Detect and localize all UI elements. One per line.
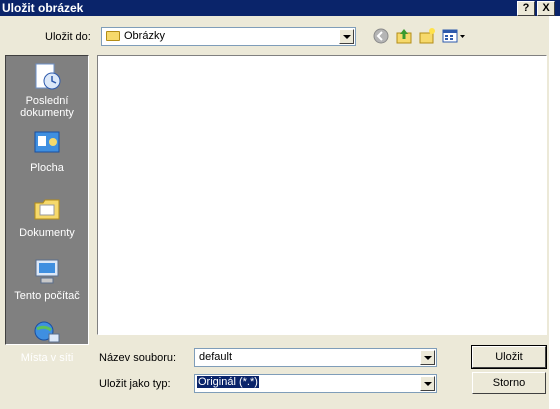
network-places-icon bbox=[31, 318, 63, 350]
place-desktop[interactable]: Plocha bbox=[6, 128, 88, 174]
filetype-label: Uložit jako typ: bbox=[99, 378, 171, 390]
filename-value: default bbox=[199, 351, 233, 363]
place-label: Tento počítač bbox=[14, 290, 80, 302]
place-label: Místa v síti bbox=[20, 352, 74, 364]
chevron-down-icon[interactable] bbox=[420, 376, 435, 391]
chevron-down-icon[interactable] bbox=[420, 350, 435, 365]
place-documents[interactable]: Dokumenty bbox=[6, 193, 88, 239]
save-in-label: Uložit do: bbox=[45, 31, 91, 43]
back-icon[interactable] bbox=[372, 27, 390, 45]
window-title: Uložit obrázek bbox=[2, 1, 84, 15]
close-button[interactable]: X bbox=[537, 1, 555, 16]
chevron-down-icon[interactable] bbox=[339, 29, 354, 44]
place-network[interactable]: Místa v síti bbox=[6, 318, 88, 364]
filetype-dropdown[interactable]: Originál (*.*) bbox=[194, 374, 437, 393]
new-folder-icon[interactable] bbox=[418, 27, 436, 45]
place-label: Dokumenty bbox=[19, 227, 75, 239]
documents-folder-icon bbox=[31, 193, 63, 225]
place-label: Poslední dokumenty bbox=[20, 95, 74, 119]
save-in-value: Obrázky bbox=[124, 30, 165, 42]
background-strip bbox=[549, 16, 560, 409]
recent-documents-icon bbox=[31, 61, 63, 93]
folder-icon bbox=[106, 31, 120, 41]
filename-input[interactable]: default bbox=[194, 348, 437, 367]
filename-label: Název souboru: bbox=[99, 352, 177, 364]
title-bar: Uložit obrázek ? X bbox=[0, 0, 560, 16]
place-label: Plocha bbox=[30, 162, 64, 174]
place-my-computer[interactable]: Tento počítač bbox=[6, 256, 88, 302]
file-list[interactable] bbox=[97, 55, 547, 335]
cancel-button[interactable]: Storno bbox=[472, 372, 546, 394]
places-bar: Poslední dokumenty Plocha Dokumenty Tent… bbox=[5, 55, 89, 364]
desktop-icon bbox=[31, 128, 63, 160]
up-folder-icon[interactable] bbox=[395, 27, 413, 45]
help-button[interactable]: ? bbox=[517, 1, 535, 16]
place-recent-documents[interactable]: Poslední dokumenty bbox=[6, 61, 88, 119]
view-menu-icon[interactable] bbox=[441, 27, 467, 45]
save-button[interactable]: Uložit bbox=[471, 345, 547, 369]
save-in-dropdown[interactable]: Obrázky bbox=[101, 27, 356, 46]
filetype-value: Originál (*.*) bbox=[197, 376, 259, 388]
my-computer-icon bbox=[31, 256, 63, 288]
